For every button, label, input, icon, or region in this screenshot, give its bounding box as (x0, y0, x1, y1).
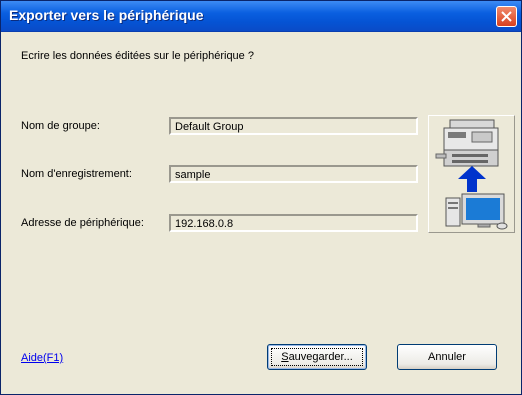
save-button[interactable]: Sauvegarder... (267, 344, 367, 370)
upload-arrow-icon (458, 166, 486, 192)
title-bar[interactable]: Exporter vers le périphérique (1, 1, 521, 32)
close-button[interactable] (496, 6, 517, 27)
group-name-label: Nom de groupe: (21, 120, 100, 132)
window-title: Exporter vers le périphérique (9, 7, 204, 23)
export-dialog-window: Exporter vers le périphérique Ecrire les… (0, 0, 522, 395)
registration-name-field: sample (169, 165, 418, 183)
device-address-field: 192.168.0.8 (169, 214, 418, 232)
confirmation-prompt: Ecrire les données éditées sur le périph… (21, 50, 254, 62)
printer-icon (435, 119, 499, 167)
device-address-label: Adresse de périphérique: (21, 217, 144, 229)
cancel-button[interactable]: Annuler (397, 344, 497, 370)
registration-name-label: Nom d'enregistrement: (21, 168, 132, 180)
export-illustration (428, 115, 515, 233)
help-link[interactable]: Aide(F1) (21, 352, 63, 364)
group-name-field: Default Group (169, 117, 418, 135)
dialog-body: Ecrire les données éditées sur le périph… (1, 32, 521, 394)
computer-icon (445, 193, 508, 230)
close-icon (501, 11, 512, 22)
focus-rectangle (271, 348, 363, 366)
